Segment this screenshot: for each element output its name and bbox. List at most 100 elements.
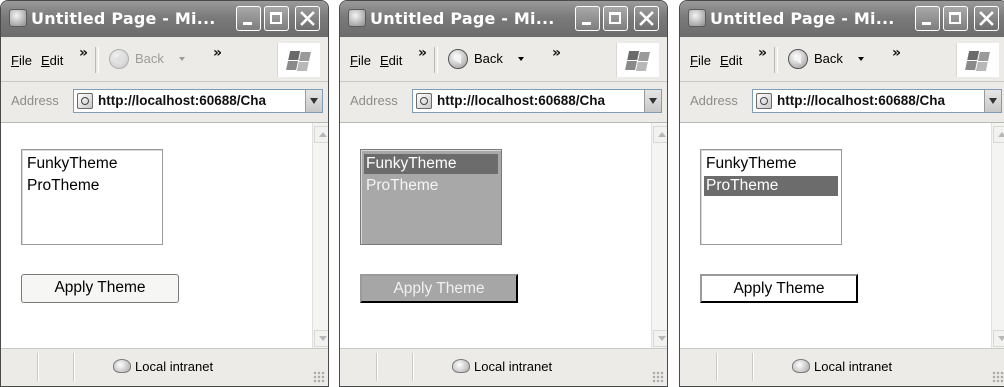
windows-logo-icon — [956, 43, 999, 77]
theme-listbox[interactable]: FunkyTheme ProTheme — [21, 149, 163, 245]
toolbar-separator — [434, 47, 438, 73]
scroll-down-icon[interactable] — [653, 330, 667, 347]
vertical-scrollbar[interactable] — [312, 123, 328, 350]
scroll-down-icon[interactable] — [314, 330, 328, 347]
back-dropdown-icon[interactable] — [858, 57, 864, 61]
scroll-down-icon[interactable] — [993, 330, 1004, 347]
toolbar-separator — [774, 47, 778, 73]
address-bar: Address http://localhost:60688/Cha — [340, 82, 667, 123]
menu-bar: File Edit » Back » — [680, 39, 1004, 82]
resize-grip-icon[interactable] — [992, 371, 1004, 383]
local-intranet-icon — [452, 359, 470, 373]
close-button[interactable] — [295, 6, 320, 31]
minimize-icon — [582, 22, 591, 25]
window-title: Untitled Page - Mi... — [710, 9, 895, 28]
menu-edit[interactable]: Edit — [41, 53, 63, 68]
vertical-scrollbar[interactable] — [651, 123, 667, 350]
toolbar-overflow-chevron[interactable]: » — [892, 45, 901, 61]
menu-bar: File Edit » Back » — [340, 39, 667, 82]
back-label: Back — [135, 51, 164, 66]
windows-logo-icon — [277, 43, 320, 77]
address-label: Address — [350, 93, 398, 108]
back-dropdown-icon[interactable] — [518, 57, 524, 61]
address-bar: Address http://localhost:60688/Cha — [1, 82, 328, 123]
theme-listbox[interactable]: FunkyTheme ProTheme — [700, 149, 842, 245]
security-zone-label: Local intranet — [474, 359, 553, 374]
listbox-option[interactable]: ProTheme — [704, 176, 838, 196]
close-button[interactable] — [974, 6, 999, 31]
title-bar[interactable]: Untitled Page - Mi... — [1, 1, 328, 37]
back-arrow-icon — [788, 49, 808, 69]
menu-file[interactable]: File — [11, 53, 32, 68]
title-bar[interactable]: Untitled Page - Mi... — [680, 1, 1004, 37]
status-pane — [73, 353, 75, 381]
status-bar: Local intranet — [340, 348, 667, 386]
close-button[interactable] — [634, 6, 659, 31]
listbox-option[interactable]: FunkyTheme — [25, 154, 159, 174]
local-intranet-icon — [792, 359, 810, 373]
address-dropdown-icon[interactable] — [984, 90, 1001, 112]
listbox-option[interactable]: FunkyTheme — [364, 154, 498, 174]
security-zone-label: Local intranet — [814, 359, 893, 374]
page-content: FunkyTheme ProTheme Apply Theme — [340, 123, 651, 350]
close-icon — [979, 11, 994, 26]
theme-listbox[interactable]: FunkyTheme ProTheme — [360, 149, 502, 245]
listbox-option[interactable]: FunkyTheme — [704, 154, 838, 174]
back-label: Back — [814, 51, 843, 66]
security-zone-label: Local intranet — [135, 359, 214, 374]
status-pane — [412, 353, 414, 381]
menu-file[interactable]: File — [350, 53, 371, 68]
apply-theme-button[interactable]: Apply Theme — [21, 274, 179, 303]
maximize-button[interactable] — [603, 6, 628, 31]
status-pane — [716, 353, 718, 381]
resize-grip-icon[interactable] — [313, 371, 325, 383]
page-icon — [77, 93, 93, 109]
minimize-icon — [922, 22, 931, 25]
menu-file[interactable]: File — [690, 53, 711, 68]
address-dropdown-icon[interactable] — [305, 90, 322, 112]
maximize-button[interactable] — [943, 6, 968, 31]
back-arrow-icon — [109, 49, 129, 69]
address-dropdown-icon[interactable] — [644, 90, 661, 112]
scroll-up-icon[interactable] — [653, 126, 667, 143]
maximize-icon — [949, 12, 961, 24]
apply-theme-button[interactable]: Apply Theme — [700, 274, 858, 303]
address-url: http://localhost:60688/Cha — [98, 93, 267, 108]
status-bar: Local intranet — [680, 348, 1004, 386]
address-input[interactable]: http://localhost:60688/Cha — [752, 89, 1002, 113]
minimize-button[interactable] — [575, 6, 600, 31]
menu-overflow-chevron[interactable]: » — [79, 45, 88, 61]
maximize-button[interactable] — [264, 6, 289, 31]
menu-overflow-chevron[interactable]: » — [418, 45, 427, 61]
listbox-option[interactable]: ProTheme — [25, 176, 159, 196]
toolbar-overflow-chevron[interactable]: » — [552, 45, 561, 61]
status-pane — [376, 353, 378, 381]
browser-window: Untitled Page - Mi... File Edit » Back » — [679, 0, 1004, 387]
back-label: Back — [474, 51, 503, 66]
minimize-button[interactable] — [915, 6, 940, 31]
resize-grip-icon[interactable] — [652, 371, 664, 383]
minimize-icon — [243, 22, 252, 25]
back-dropdown-icon[interactable] — [179, 57, 185, 61]
title-bar[interactable]: Untitled Page - Mi... — [340, 1, 667, 37]
local-intranet-icon — [113, 359, 131, 373]
listbox-option[interactable]: ProTheme — [364, 176, 498, 196]
scroll-up-icon[interactable] — [314, 126, 328, 143]
address-input[interactable]: http://localhost:60688/Cha — [412, 89, 662, 113]
browser-window: Untitled Page - Mi... File Edit » Back » — [0, 0, 329, 387]
menu-overflow-chevron[interactable]: » — [758, 45, 767, 61]
scroll-up-icon[interactable] — [993, 126, 1004, 143]
toolbar-overflow-chevron[interactable]: » — [213, 45, 222, 61]
page-icon — [756, 93, 772, 109]
address-label: Address — [690, 93, 738, 108]
vertical-scrollbar[interactable] — [991, 123, 1004, 350]
minimize-button[interactable] — [236, 6, 261, 31]
window-title: Untitled Page - Mi... — [370, 9, 555, 28]
back-arrow-icon — [448, 49, 468, 69]
address-input[interactable]: http://localhost:60688/Cha — [73, 89, 323, 113]
address-url: http://localhost:60688/Cha — [777, 93, 946, 108]
menu-edit[interactable]: Edit — [380, 53, 402, 68]
apply-theme-button[interactable]: Apply Theme — [360, 274, 518, 303]
browser-window: Untitled Page - Mi... File Edit » Back » — [339, 0, 668, 387]
menu-edit[interactable]: Edit — [720, 53, 742, 68]
